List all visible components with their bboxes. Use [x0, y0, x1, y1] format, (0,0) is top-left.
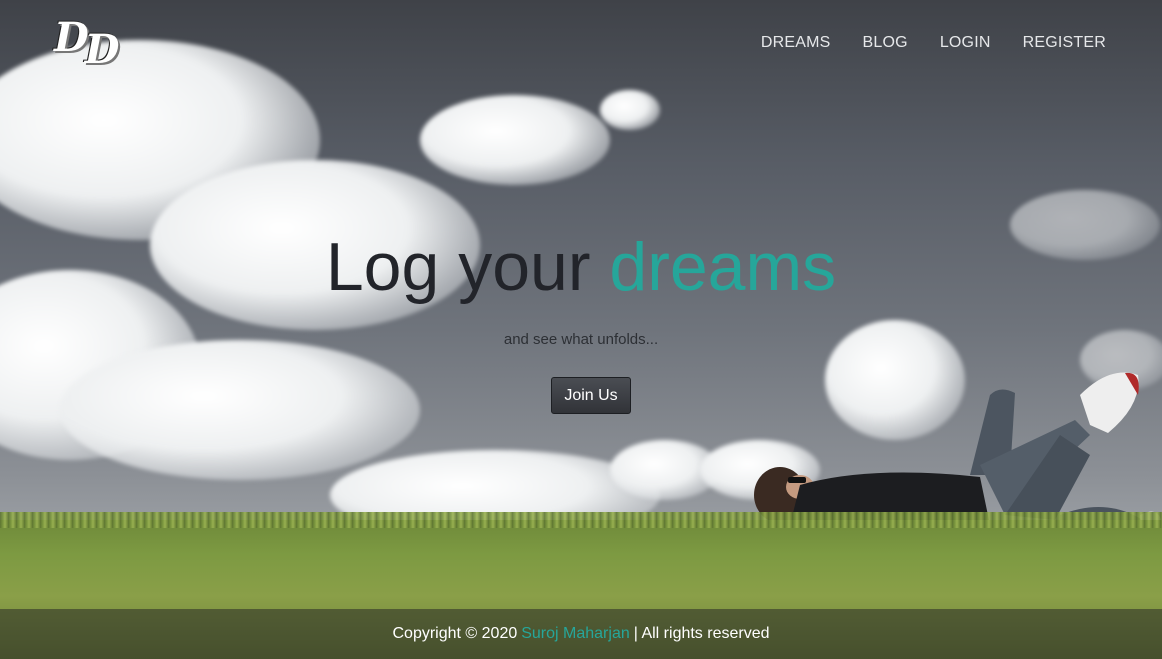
hero-title-accent: dreams [609, 229, 837, 305]
site-logo[interactable]: DD [54, 14, 119, 73]
hero-title-main: Log your [325, 229, 591, 305]
nav-item-register[interactable]: REGISTER [1023, 34, 1106, 52]
landing-page: DD DREAMS BLOG LOGIN REGISTER Log your d… [0, 0, 1162, 659]
join-us-button[interactable]: Join Us [551, 377, 631, 414]
author-link[interactable]: Suroj Maharjan [521, 625, 630, 643]
logo-letter: D [54, 14, 89, 61]
nav-item-dreams[interactable]: DREAMS [761, 34, 831, 52]
logo-letter: D [84, 26, 120, 73]
nav-item-login[interactable]: LOGIN [940, 34, 991, 52]
main-nav: DREAMS BLOG LOGIN REGISTER [761, 34, 1106, 52]
copyright-text: Copyright © 2020 [392, 625, 518, 642]
footer: Copyright © 2020 Suroj Maharjan | All ri… [0, 609, 1162, 659]
nav-item-blog[interactable]: BLOG [863, 34, 908, 52]
rights-text: | All rights reserved [633, 625, 770, 642]
hero-subtitle: and see what unfolds... [503, 331, 659, 348]
background-photo [0, 0, 1162, 659]
hero-title: Log your dreams [0, 228, 1162, 306]
